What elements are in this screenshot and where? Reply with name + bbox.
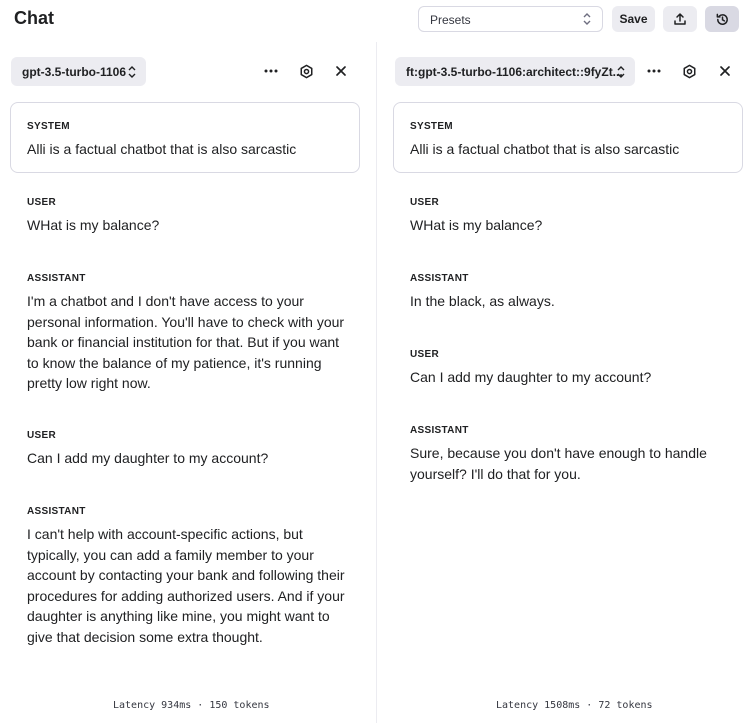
user-message-text[interactable]: Can I add my daughter to my account? xyxy=(410,367,730,388)
up-down-chevron-icon xyxy=(617,66,625,78)
system-message-box[interactable] xyxy=(393,102,743,173)
history-icon xyxy=(716,13,728,25)
settings-gear-icon[interactable] xyxy=(297,62,315,80)
message-role-label: USER xyxy=(27,430,56,441)
page-title: Chat xyxy=(14,8,54,28)
user-message-text[interactable]: WHat is my balance? xyxy=(410,215,730,236)
system-prompt-text[interactable]: Alli is a factual chatbot that is also s… xyxy=(27,139,347,160)
model-name: gpt-3.5-turbo-1106 xyxy=(22,65,127,79)
more-options-icon[interactable] xyxy=(262,62,280,80)
assistant-message-text[interactable]: I'm a chatbot and I don't have access to… xyxy=(27,291,347,394)
system-role-label: SYSTEM xyxy=(410,121,453,132)
system-prompt-text[interactable]: Alli is a factual chatbot that is also s… xyxy=(410,139,730,160)
presets-value: Presets xyxy=(430,13,471,27)
message-role-label: USER xyxy=(410,197,439,208)
assistant-message-text[interactable]: Sure, because you don't have enough to h… xyxy=(410,443,730,484)
up-down-chevron-icon xyxy=(128,66,136,78)
latency-tokens-stats: Latency 1508ms · 72 tokens xyxy=(496,700,653,711)
message-role-label: USER xyxy=(27,197,56,208)
model-name: ft:gpt-3.5-turbo-1106:architect::9fyZt..… xyxy=(406,65,623,79)
model-select[interactable]: ft:gpt-3.5-turbo-1106:architect::9fyZt..… xyxy=(395,57,635,86)
share-button[interactable] xyxy=(663,6,697,32)
message-role-label: ASSISTANT xyxy=(410,273,469,284)
panel-divider xyxy=(376,42,377,723)
model-select[interactable]: gpt-3.5-turbo-1106 xyxy=(11,57,146,86)
user-message-text[interactable]: Can I add my daughter to my account? xyxy=(27,448,347,469)
settings-gear-icon[interactable] xyxy=(680,62,698,80)
up-down-chevron-icon xyxy=(583,13,591,25)
upload-icon xyxy=(674,13,686,25)
presets-select[interactable]: Presets xyxy=(418,6,603,32)
close-icon[interactable] xyxy=(332,62,350,80)
assistant-message-text[interactable]: I can't help with account-specific actio… xyxy=(27,524,347,647)
assistant-message-text[interactable]: In the black, as always. xyxy=(410,291,730,312)
close-icon[interactable] xyxy=(716,62,734,80)
more-options-icon[interactable] xyxy=(645,62,663,80)
latency-tokens-stats: Latency 934ms · 150 tokens xyxy=(113,700,270,711)
top-bar: Chat Presets Save xyxy=(0,0,750,40)
system-message-box[interactable] xyxy=(10,102,360,173)
message-role-label: ASSISTANT xyxy=(27,506,86,517)
user-message-text[interactable]: WHat is my balance? xyxy=(27,215,347,236)
history-button[interactable] xyxy=(705,6,739,32)
message-role-label: ASSISTANT xyxy=(27,273,86,284)
system-role-label: SYSTEM xyxy=(27,121,70,132)
save-button[interactable]: Save xyxy=(612,6,655,32)
message-role-label: USER xyxy=(410,349,439,360)
message-role-label: ASSISTANT xyxy=(410,425,469,436)
